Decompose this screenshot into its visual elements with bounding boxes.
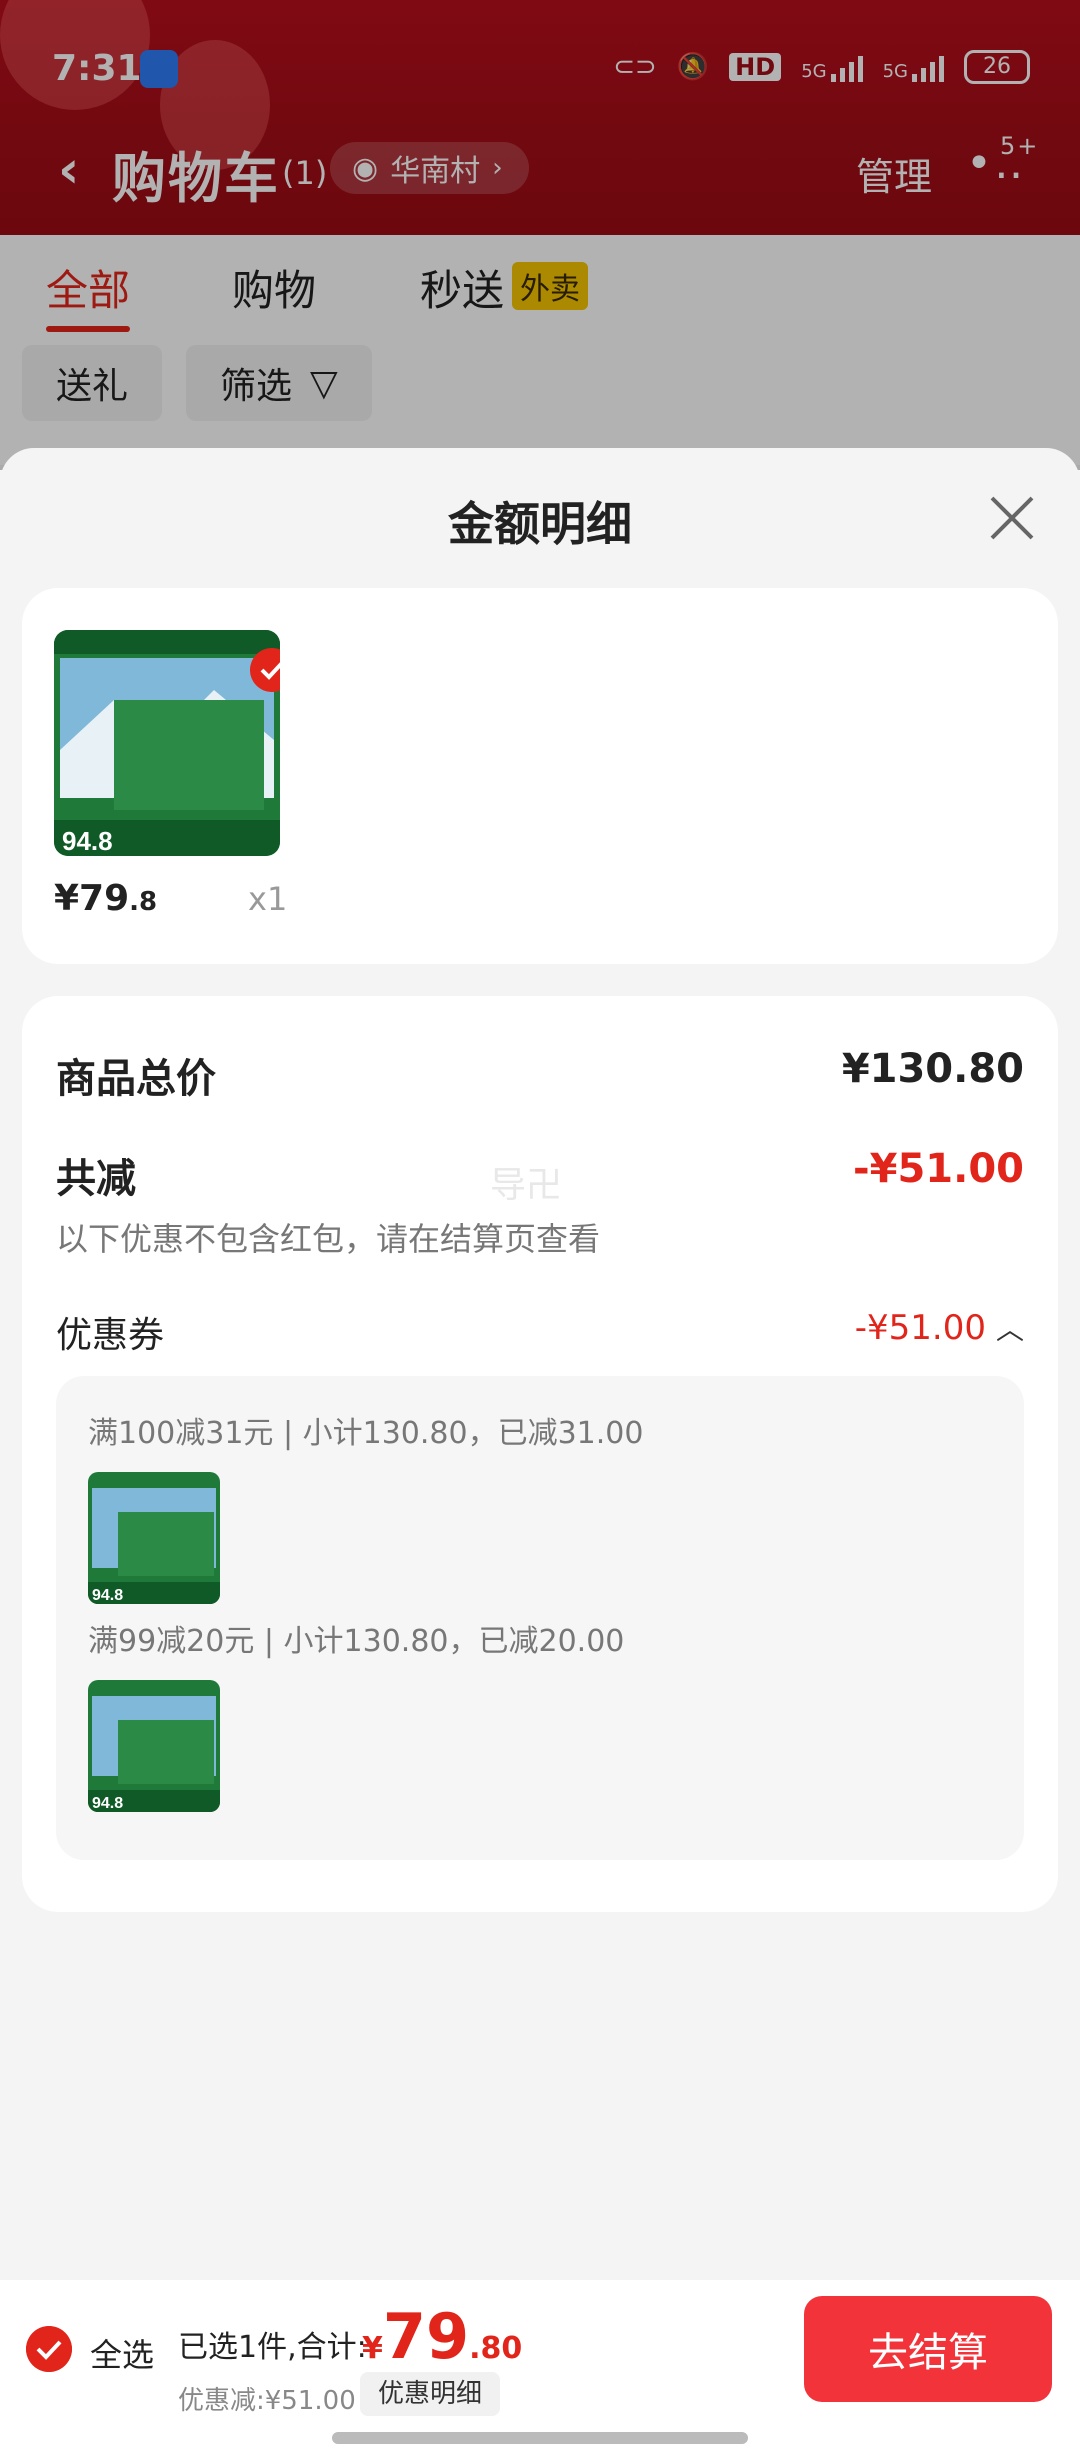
checkout-button[interactable]: 去结算 <box>804 2296 1052 2402</box>
svg-text:94.8: 94.8 <box>92 1795 123 1812</box>
total-label: 商品总价 <box>56 1056 216 1102</box>
coupon-toggle[interactable]: -¥51.00 ︿ <box>855 1308 1024 1348</box>
select-all-label[interactable]: 全选 <box>90 2330 154 2376</box>
coupon-detail-box: 满100减31元 | 小计130.80，已减31.00 94.8 满99减20元… <box>56 1376 1024 1860</box>
close-icon[interactable] <box>984 490 1040 546</box>
reduce-value: -¥51.00 <box>853 1146 1024 1192</box>
chevron-up-icon: ︿ <box>995 1313 1024 1346</box>
price-detail-sheet: 金额明细 94.8 ¥79.8 x1 导卍 商品总价 ¥130.80 共减 -¥… <box>0 448 1080 2280</box>
coupon-product-thumb[interactable]: 94.8 <box>88 1472 220 1604</box>
reduce-label: 共减 <box>56 1156 136 1202</box>
total-value: ¥130.80 <box>841 1046 1024 1092</box>
sheet-title: 金额明细 <box>448 497 632 551</box>
product-image[interactable]: 94.8 <box>54 630 280 856</box>
coupon-product-thumb[interactable]: 94.8 <box>88 1680 220 1812</box>
home-indicator[interactable] <box>332 2432 748 2444</box>
total-price: ¥79.80 <box>362 2300 522 2373</box>
svg-text:94.8: 94.8 <box>92 1587 123 1604</box>
product-price-int: ¥79 <box>54 878 130 919</box>
svg-text:94.8: 94.8 <box>62 826 113 856</box>
coupon-value: -¥51.00 <box>854 1308 986 1348</box>
thumb-art: 94.8 <box>88 1472 220 1604</box>
selection-summary: 已选1件,合计: <box>178 2330 367 2365</box>
product-card: 94.8 ¥79.8 x1 <box>22 588 1058 964</box>
select-all-checkbox[interactable] <box>26 2326 72 2372</box>
price-breakdown-card: 导卍 商品总价 ¥130.80 共减 -¥51.00 以下优惠不包含红包，请在结… <box>22 996 1058 1912</box>
discount-summary: 优惠减:¥51.00 <box>178 2386 356 2416</box>
coupon-rule: 满99减20元 | 小计130.80，已减20.00 <box>88 1624 625 1659</box>
watermark: 导卍 <box>490 1165 563 1206</box>
product-price-frac: .8 <box>129 887 158 917</box>
thumb-art: 94.8 <box>88 1680 220 1812</box>
coupon-rule: 满100减31元 | 小计130.80，已减31.00 <box>88 1416 644 1451</box>
reduce-note: 以下优惠不包含红包，请在结算页查看 <box>56 1220 601 1258</box>
total-price-dec: .80 <box>469 2331 523 2366</box>
discount-detail-button[interactable]: 优惠明细 <box>360 2372 501 2416</box>
coupon-label: 优惠券 <box>56 1315 165 1356</box>
total-price-int: 79 <box>382 2300 470 2373</box>
checkout-bar: 全选 已选1件,合计: ¥79.80 优惠减:¥51.00 优惠明细 去结算 <box>0 2280 1080 2460</box>
product-image-art: 94.8 <box>54 630 280 856</box>
total-price-yen: ¥ <box>362 2331 383 2366</box>
product-qty: x1 <box>248 880 288 918</box>
modal-backdrop[interactable] <box>0 0 1080 470</box>
product-price: ¥79.8 <box>54 878 157 919</box>
